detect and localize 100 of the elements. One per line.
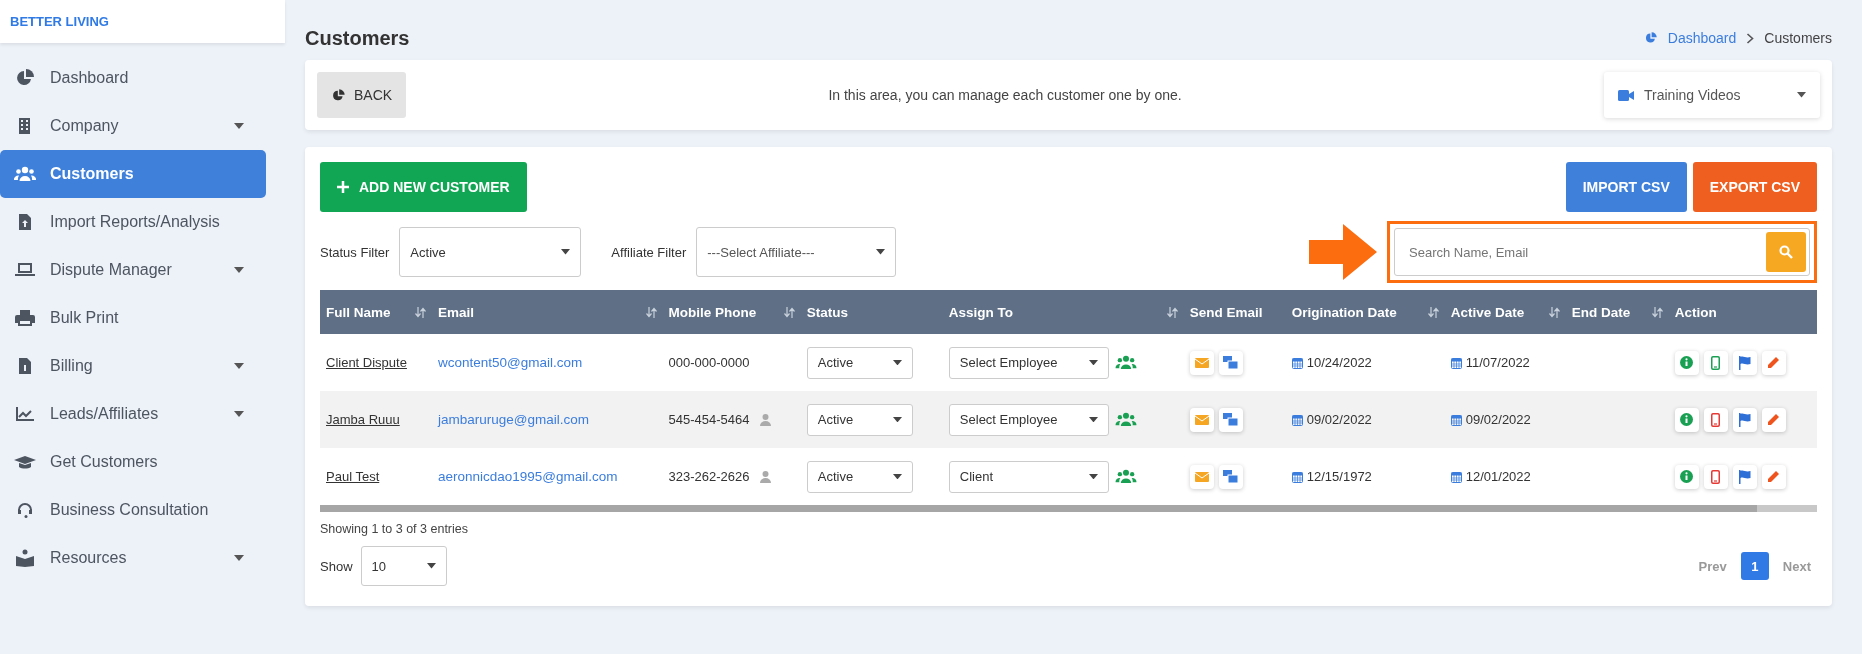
send-email-button[interactable] bbox=[1189, 350, 1214, 375]
printer-icon bbox=[14, 309, 36, 327]
info-button[interactable] bbox=[1674, 464, 1699, 489]
bulk-email-button[interactable] bbox=[1218, 464, 1243, 489]
phone-button[interactable] bbox=[1703, 407, 1728, 432]
column-header[interactable]: Mobile Phone bbox=[662, 290, 801, 334]
graduation-cap-icon bbox=[14, 453, 36, 471]
send-email-button[interactable] bbox=[1189, 407, 1214, 432]
column-header[interactable]: Email bbox=[431, 290, 663, 334]
sidebar-item[interactable]: Company bbox=[0, 102, 266, 150]
pie-chart-icon bbox=[14, 69, 36, 87]
entries-info: Showing 1 to 3 of 3 entries bbox=[320, 522, 469, 536]
status-dropdown[interactable]: Active bbox=[806, 346, 913, 379]
users-icon[interactable] bbox=[1114, 411, 1137, 428]
info-button[interactable] bbox=[1674, 407, 1699, 432]
line-chart-icon bbox=[14, 405, 36, 423]
email-link[interactable]: wcontent50@gmail.com bbox=[437, 355, 583, 370]
page-size-dropdown[interactable]: 10 bbox=[360, 546, 447, 586]
pie-chart-icon bbox=[331, 88, 346, 102]
column-header[interactable]: Active Date bbox=[1444, 290, 1566, 334]
sidebar-item[interactable]: Billing bbox=[0, 342, 266, 390]
back-button[interactable]: BACK bbox=[317, 72, 407, 118]
horizontal-scrollbar[interactable] bbox=[320, 505, 1817, 512]
assign-dropdown[interactable]: Client bbox=[948, 460, 1109, 493]
send-email-button[interactable] bbox=[1189, 464, 1214, 489]
flag-button[interactable] bbox=[1732, 350, 1757, 375]
caret-icon bbox=[876, 249, 886, 255]
info-button[interactable] bbox=[1674, 350, 1699, 375]
calendar-icon bbox=[1291, 356, 1303, 369]
page-number-button[interactable]: 1 bbox=[1740, 552, 1769, 580]
column-header[interactable]: End Date bbox=[1565, 290, 1669, 334]
info-icon bbox=[1680, 413, 1694, 426]
training-videos-dropdown[interactable]: Training Videos bbox=[1604, 72, 1820, 118]
column-header: Action bbox=[1668, 290, 1817, 334]
table-cell: 09/02/2022 bbox=[1306, 412, 1372, 427]
search-field[interactable]: Search Name, Email bbox=[1394, 228, 1810, 276]
sidebar-item[interactable]: Business Consultation bbox=[0, 486, 266, 534]
sidebar-item[interactable]: Import Reports/Analysis bbox=[0, 198, 266, 246]
table-cell: 11/07/2022 bbox=[1465, 355, 1530, 370]
assign-dropdown[interactable]: Select Employee bbox=[948, 403, 1109, 436]
page-title: Customers bbox=[305, 26, 411, 50]
sidebar-item[interactable]: Dispute Manager bbox=[0, 246, 266, 294]
caret-icon bbox=[1088, 416, 1098, 423]
edit-button[interactable] bbox=[1761, 350, 1786, 375]
calendar-icon bbox=[1450, 413, 1462, 426]
sidebar-item[interactable]: Dashboard bbox=[0, 54, 266, 102]
sidebar-item[interactable]: Leads/Affiliates bbox=[0, 390, 266, 438]
customer-name-link[interactable]: Client Dispute bbox=[326, 355, 407, 370]
calendar-icon bbox=[1450, 356, 1462, 369]
flag-icon bbox=[1738, 412, 1752, 427]
column-header[interactable]: Full Name bbox=[320, 290, 432, 334]
search-button[interactable] bbox=[1766, 232, 1806, 272]
customer-name-link[interactable]: Jamba Ruuu bbox=[326, 412, 400, 427]
caret-icon bbox=[892, 473, 902, 480]
sidebar-item[interactable]: Resources bbox=[0, 534, 266, 582]
breadcrumb-link[interactable]: Dashboard bbox=[1667, 30, 1737, 46]
column-header[interactable]: Origination Date bbox=[1285, 290, 1445, 334]
sidebar-item[interactable]: Customers bbox=[0, 150, 266, 198]
flag-button[interactable] bbox=[1732, 464, 1757, 489]
flag-button[interactable] bbox=[1732, 407, 1757, 432]
customer-name-link[interactable]: Paul Test bbox=[326, 469, 380, 484]
bulk-email-button[interactable] bbox=[1218, 407, 1243, 432]
info-message: In this area, you can manage each customer one by one. bbox=[827, 87, 1183, 103]
calendar-icon bbox=[1291, 413, 1303, 426]
status-dropdown[interactable]: Active bbox=[806, 403, 913, 436]
caret-icon bbox=[892, 416, 902, 423]
brand-logo-text: BETTER LIVING bbox=[10, 14, 109, 29]
edit-button[interactable] bbox=[1761, 407, 1786, 432]
table-cell: 000-000-0000 bbox=[668, 355, 750, 370]
bulk-email-button[interactable] bbox=[1218, 350, 1243, 375]
caret-icon bbox=[561, 249, 571, 255]
filter-dropdown[interactable]: Active bbox=[399, 227, 582, 277]
column-header[interactable]: Assign To bbox=[942, 290, 1184, 334]
assign-dropdown[interactable]: Select Employee bbox=[948, 346, 1109, 379]
users-icon[interactable] bbox=[1114, 354, 1137, 371]
caret-icon bbox=[426, 563, 436, 569]
phone-button[interactable] bbox=[1703, 464, 1728, 489]
table-cell: 09/02/2022 bbox=[1465, 412, 1531, 427]
filter-dropdown[interactable]: ---Select Affiliate--- bbox=[696, 227, 897, 277]
laptop-icon bbox=[14, 261, 36, 279]
users-icon[interactable] bbox=[1114, 468, 1137, 485]
flag-icon bbox=[1738, 355, 1752, 370]
search-icon bbox=[1779, 245, 1793, 259]
calendar-icon bbox=[1291, 470, 1303, 483]
phone-button[interactable] bbox=[1703, 350, 1728, 375]
email-link[interactable]: aeronnicdao1995@gmail.com bbox=[437, 469, 618, 484]
pie-chart-icon bbox=[1643, 31, 1658, 45]
plus-icon bbox=[337, 181, 349, 193]
breadcrumb-current: Customers bbox=[1764, 30, 1832, 46]
email-link[interactable]: jambaruruge@gmail.com bbox=[437, 412, 589, 427]
pencil-icon bbox=[1767, 356, 1781, 369]
filter-label: Status Filter bbox=[320, 244, 390, 260]
filter-label: Affiliate Filter bbox=[611, 244, 687, 260]
import-csv-button[interactable]: IMPORT CSV bbox=[1565, 162, 1687, 212]
caret-icon bbox=[1088, 473, 1098, 480]
status-dropdown[interactable]: Active bbox=[806, 460, 913, 493]
edit-button[interactable] bbox=[1761, 464, 1786, 489]
sidebar-item[interactable]: Bulk Print bbox=[0, 294, 266, 342]
sidebar-item[interactable]: Get Customers bbox=[0, 438, 266, 486]
pencil-icon bbox=[1767, 413, 1781, 426]
